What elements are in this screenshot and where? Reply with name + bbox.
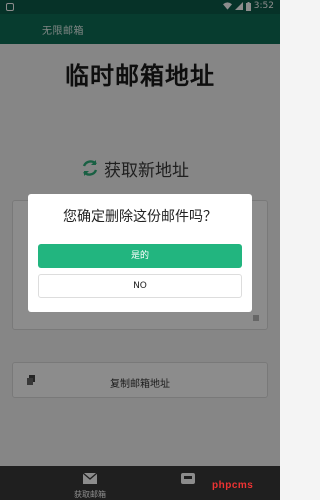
confirm-button[interactable]: 是的 <box>38 244 242 268</box>
dialog-message: 您确定删除这份邮件吗？ <box>63 209 217 225</box>
watermark: phpcms <box>212 480 254 491</box>
cancel-button[interactable]: NO <box>38 274 242 298</box>
confirm-delete-dialog: 您确定删除这份邮件吗？ 是的 NO <box>28 194 252 312</box>
